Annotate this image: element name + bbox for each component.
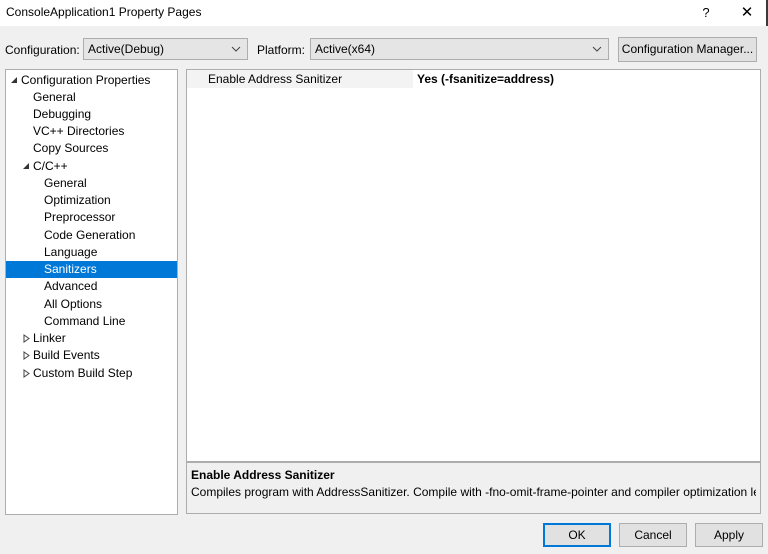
- tree-item-label: Build Events: [33, 348, 100, 362]
- tree-item-label: General: [44, 176, 87, 190]
- property-name: Enable Address Sanitizer: [208, 72, 343, 86]
- title-bar: ConsoleApplication1 Property Pages ? ✕: [0, 0, 768, 26]
- tree-item-preprocessor[interactable]: Preprocessor: [44, 209, 115, 226]
- chevron-down-icon: [592, 46, 602, 52]
- cancel-button[interactable]: Cancel: [619, 523, 687, 547]
- tree-item-debugging[interactable]: Debugging: [33, 106, 91, 123]
- expanded-arrow-icon: [23, 163, 29, 169]
- close-button[interactable]: ✕: [736, 2, 758, 24]
- description-text: Compiles program with AddressSanitizer. …: [191, 485, 756, 499]
- property-grid: Enable Address Sanitizer Yes (-fsanitize…: [186, 69, 761, 462]
- tree-item-label: Preprocessor: [44, 210, 116, 224]
- tree-item-label: C/C++: [33, 159, 68, 173]
- tree-item-general[interactable]: General: [33, 89, 76, 106]
- platform-value: Active(x64): [315, 42, 376, 56]
- tree-item-configuration-properties[interactable]: Configuration Properties: [11, 72, 151, 89]
- property-row-enable-address-sanitizer[interactable]: Enable Address Sanitizer Yes (-fsanitize…: [187, 70, 760, 88]
- tree-item-label: Custom Build Step: [33, 366, 133, 380]
- tree-item-command-line[interactable]: Command Line: [44, 313, 125, 330]
- description-panel: Enable Address Sanitizer Compiles progra…: [186, 462, 761, 514]
- collapsed-arrow-icon[interactable]: [22, 347, 31, 364]
- tree-item-label: Language: [44, 245, 98, 259]
- chevron-down-icon: [231, 46, 241, 52]
- tree-item-label: Copy Sources: [33, 141, 109, 155]
- tree-item-label: Debugging: [33, 107, 92, 121]
- configuration-label: Configuration:: [5, 43, 80, 57]
- collapsed-arrow-icon[interactable]: [22, 330, 31, 347]
- description-title: Enable Address Sanitizer: [191, 468, 335, 482]
- tree-item-custom-build-step[interactable]: Custom Build Step: [23, 365, 133, 382]
- tree-item-linker[interactable]: Linker: [23, 330, 66, 347]
- tree-item-copy-sources[interactable]: Copy Sources: [33, 140, 108, 157]
- tree-item-label: General: [33, 90, 76, 104]
- collapsed-arrow-icon[interactable]: [22, 365, 31, 382]
- property-tree[interactable]: Configuration Properties General Debuggi…: [5, 69, 178, 515]
- window-title: ConsoleApplication1 Property Pages: [6, 5, 202, 19]
- configuration-value: Active(Debug): [88, 42, 165, 56]
- tree-item-optimization[interactable]: Optimization: [44, 192, 111, 209]
- tree-item-vc-directories[interactable]: VC++ Directories: [33, 123, 124, 140]
- tree-item-advanced[interactable]: Advanced: [44, 278, 97, 295]
- tree-item-sanitizers[interactable]: Sanitizers: [6, 261, 177, 278]
- apply-button[interactable]: Apply: [695, 523, 763, 547]
- tree-item-label: Linker: [33, 331, 66, 345]
- tree-item-build-events[interactable]: Build Events: [23, 347, 100, 364]
- tree-item-label: All Options: [44, 297, 103, 311]
- tree-item-language[interactable]: Language: [44, 244, 97, 261]
- tree-item-code-generation[interactable]: Code Generation: [44, 227, 135, 244]
- tree-item-label: Command Line: [44, 314, 126, 328]
- tree-item-label: Code Generation: [44, 228, 136, 242]
- platform-combo[interactable]: Active(x64): [310, 38, 609, 60]
- expanded-arrow-icon: [11, 77, 17, 83]
- configuration-combo[interactable]: Active(Debug): [83, 38, 248, 60]
- tree-item-label: Optimization: [44, 193, 111, 207]
- tree-item-label: VC++ Directories: [33, 124, 125, 138]
- tree-item-cpp-general[interactable]: General: [44, 175, 87, 192]
- tree-item-label: Advanced: [44, 279, 98, 293]
- help-button[interactable]: ?: [695, 2, 717, 24]
- tree-item-all-options[interactable]: All Options: [44, 296, 102, 313]
- ok-button[interactable]: OK: [543, 523, 611, 547]
- property-value[interactable]: Yes (-fsanitize=address): [417, 72, 554, 86]
- property-name-cell: Enable Address Sanitizer: [187, 70, 413, 88]
- platform-label: Platform:: [257, 43, 306, 57]
- tree-item-label: Configuration Properties: [21, 73, 151, 87]
- tree-item-c-cpp[interactable]: C/C++: [23, 158, 68, 175]
- tree-item-label: Sanitizers: [44, 262, 97, 276]
- configuration-manager-button[interactable]: Configuration Manager...: [618, 37, 757, 62]
